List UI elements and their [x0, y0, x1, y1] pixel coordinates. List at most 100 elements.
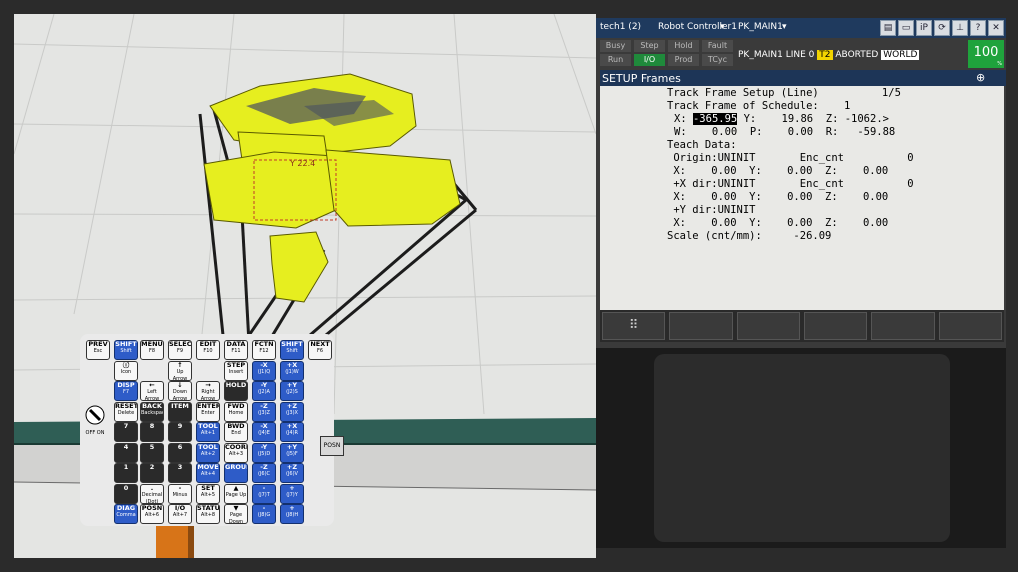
key-sublabel: F10 [203, 348, 213, 354]
window-title[interactable]: tech1 (2) [600, 22, 641, 32]
line-10: +Y dir:UNINIT [667, 204, 756, 216]
function-key-2[interactable] [669, 312, 733, 340]
key-sublabel: Page Up [225, 491, 247, 498]
key-up[interactable]: ↑ Up Arrow [168, 360, 192, 381]
help-icon[interactable]: ? [970, 20, 986, 36]
key-shift-l[interactable]: SHIFT Shift [114, 340, 138, 360]
key-ym[interactable]: -Y (J2)A [252, 381, 276, 401]
key-k8[interactable]: 8 [140, 422, 164, 442]
key-item[interactable]: ITEM [168, 401, 192, 422]
key-k5[interactable]: 5 [140, 442, 164, 463]
key-move[interactable]: MOVE Alt+4 [196, 463, 220, 483]
key-icon[interactable]: ⓘ Icon [114, 360, 138, 381]
key-label: 4 [123, 442, 129, 451]
key-j5p[interactable]: +Y (J5)F [280, 442, 304, 463]
side-posn-button[interactable]: POSN [320, 436, 344, 456]
key-tool2[interactable]: TOOL Alt+2 [196, 442, 220, 463]
function-key-1[interactable]: ⠿ [602, 312, 666, 340]
key-select[interactable]: SELECTF9 [168, 340, 192, 360]
key-posn[interactable]: POSN Alt+6 [140, 504, 164, 524]
function-key-6[interactable] [938, 312, 1002, 340]
key-set[interactable]: SET Alt+5 [196, 483, 220, 504]
key-j6m[interactable]: -Z (J6)C [252, 463, 276, 483]
key-right[interactable]: → Right Arrow [196, 381, 220, 401]
override-indicator[interactable]: 100% [968, 40, 1004, 68]
pendant-icon[interactable]: ⊥ [952, 20, 968, 36]
key-j7p[interactable]: + (J7)Y [280, 483, 304, 504]
key-k3[interactable]: 3 [168, 463, 192, 483]
key-hold[interactable]: HOLD [224, 381, 248, 401]
key-sublabel: Icon [120, 368, 132, 375]
key-reset[interactable]: RESET Delete [114, 401, 138, 422]
key-status[interactable]: STATUSAlt+8 [196, 504, 220, 524]
key-k4[interactable]: 4 [114, 442, 138, 463]
key-tool1[interactable]: TOOL Alt+1 [196, 422, 220, 442]
key-k9[interactable]: 9 [168, 422, 192, 442]
key-k6[interactable]: 6 [168, 442, 192, 463]
key-k1[interactable]: 1 [114, 463, 138, 483]
save-icon[interactable]: ▤ [880, 20, 896, 36]
key-j4m[interactable]: -X (J4)E [252, 422, 276, 442]
key-coord[interactable]: COORDAlt+3 [224, 442, 248, 463]
key-zp[interactable]: +Z (J3)X [280, 401, 304, 422]
key-label: +Y [286, 442, 298, 451]
program-dropdown[interactable]: PK_MAIN1 [738, 22, 783, 32]
key-j8m[interactable]: - (J8)G [252, 504, 276, 524]
key-io[interactable]: I/O Alt+7 [168, 504, 192, 524]
zoom-icon[interactable]: ⊕ [976, 71, 985, 84]
key-fctn[interactable]: FCTN F12 [252, 340, 276, 360]
key-down[interactable]: ↓ Down Arrow [168, 381, 192, 401]
key-pgdn[interactable]: ▼ Page Down [224, 504, 248, 524]
line-9: X: 0.00 Y: 0.00 Z: 0.00 [667, 191, 889, 203]
key-menu[interactable]: MENU F8 [140, 340, 164, 360]
ip-icon[interactable]: iP [916, 20, 932, 36]
enable-switch[interactable] [84, 404, 106, 432]
key-k0[interactable]: 0 [114, 483, 138, 504]
key-sublabel: End [231, 430, 241, 436]
key-back[interactable]: BACKBackspace [140, 401, 164, 422]
key-diag[interactable]: DIAG Comma [114, 504, 138, 524]
key-sublabel: (J4)R [285, 430, 299, 436]
key-xp[interactable]: +X (J1)W [280, 360, 304, 381]
key-next[interactable]: NEXT F6 [308, 340, 332, 360]
key-shift-r[interactable]: SHIFT Shift [280, 340, 304, 360]
key-left[interactable]: ← Left Arrow [140, 381, 164, 401]
lcd-screen[interactable]: Track Frame Setup (Line) 1/5 Track Frame… [600, 86, 1004, 310]
key-j7m[interactable]: - (J7)T [252, 483, 276, 504]
key-edit[interactable]: EDIT F10 [196, 340, 220, 360]
close-icon[interactable]: ✕ [988, 20, 1004, 36]
key-j4p[interactable]: +X (J4)R [280, 422, 304, 442]
key-group[interactable]: GROUP [224, 463, 248, 483]
key-xm[interactable]: -X (J1)Q [252, 360, 276, 381]
key-disp[interactable]: DISP F7 [114, 381, 138, 401]
keyboard-icon[interactable]: ▭ [898, 20, 914, 36]
refresh-icon[interactable]: ⟳ [934, 20, 950, 36]
key-data[interactable]: DATA F11 [224, 340, 248, 360]
key-zm[interactable]: -Z (J3)Z [252, 401, 276, 422]
key-sublabel: F12 [259, 348, 269, 354]
key-label: SHIFT [281, 340, 303, 348]
controller-dropdown[interactable]: Robot Controller1 [658, 22, 737, 32]
key-sublabel: Alt+3 [228, 450, 244, 457]
key-k7[interactable]: 7 [114, 422, 138, 442]
function-key-4[interactable] [803, 312, 868, 340]
key-fwd[interactable]: FWD Home [224, 401, 248, 422]
key-label: +Z [286, 401, 298, 410]
key-yp[interactable]: +Y (J2)S [280, 381, 304, 401]
line-1: Track Frame Setup (Line) 1/5 [667, 87, 901, 99]
x-value-cursor[interactable]: -365.95 [692, 113, 738, 125]
key-j8p[interactable]: + (J8)H [280, 504, 304, 524]
key-sublabel: Insert [228, 368, 244, 375]
key-k2[interactable]: 2 [140, 463, 164, 483]
function-key-5[interactable] [871, 312, 935, 340]
key-pgup[interactable]: ▲ Page Up [224, 483, 248, 504]
key-bwd[interactable]: BWD End [224, 422, 248, 442]
key-j6p[interactable]: +Z (J6)V [280, 463, 304, 483]
key-step[interactable]: STEP Insert [224, 360, 248, 381]
key-prev[interactable]: PREV Esc [86, 340, 110, 360]
key-minus[interactable]: - Minus [168, 483, 192, 504]
function-key-3[interactable] [736, 312, 800, 340]
key-j5m[interactable]: -Y (J5)D [252, 442, 276, 463]
key-enter[interactable]: ENTER Enter [196, 401, 220, 422]
key-dot[interactable]: . Decimal (Dot) [140, 483, 164, 504]
